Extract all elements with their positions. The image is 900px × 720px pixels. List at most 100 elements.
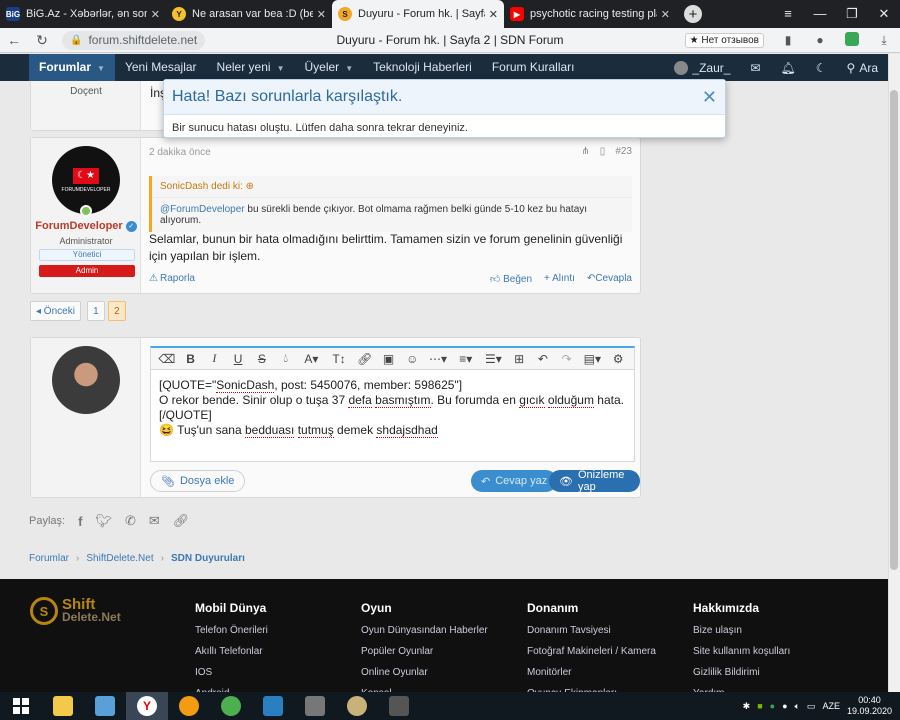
- post-number[interactable]: #23: [615, 146, 632, 157]
- nav-uyeler[interactable]: Üyeler ▼: [295, 54, 364, 81]
- inbox-icon[interactable]: ✉: [740, 61, 770, 75]
- attach-file-button[interactable]: 📎︎ Dosya ekle: [150, 470, 246, 492]
- footer-link[interactable]: Monitörler: [527, 667, 656, 678]
- control-panel-icon[interactable]: [84, 692, 126, 720]
- nav-yeni-mesajlar[interactable]: Yeni Mesajlar: [115, 54, 207, 81]
- minimize-button[interactable]: —: [804, 0, 836, 28]
- twitter-icon[interactable]: 🐦︎: [95, 513, 112, 529]
- email-icon[interactable]: ✉: [149, 513, 160, 529]
- share-icon[interactable]: ⋔: [581, 146, 589, 157]
- breadcrumb-item[interactable]: ShiftDelete.Net: [86, 553, 153, 564]
- footer-link[interactable]: Oyun Dünyasından Haberler: [361, 625, 488, 636]
- back-arrow-icon[interactable]: ←: [0, 32, 28, 48]
- footer-link[interactable]: Site kullanım koşulları: [693, 646, 790, 657]
- align-icon[interactable]: ≡▾: [452, 352, 480, 366]
- new-tab-button[interactable]: +: [684, 5, 702, 23]
- draft-icon[interactable]: ▤▾: [579, 352, 607, 366]
- nav-forumlar[interactable]: Forumlar ▼: [29, 54, 115, 81]
- footer-link[interactable]: Gizlilik Bildirimi: [693, 667, 790, 678]
- image-icon[interactable]: ▣: [377, 352, 401, 366]
- mention-link[interactable]: @ForumDeveloper: [160, 204, 245, 215]
- tab-close-icon[interactable]: ✕: [661, 8, 670, 21]
- gear-icon[interactable]: ⚙: [606, 352, 630, 366]
- tab-yandex[interactable]: Y Ne arasan var bea :D (ben kendi ✕: [166, 0, 332, 28]
- whatsapp-icon[interactable]: ✆: [125, 513, 136, 529]
- bold-icon[interactable]: B: [179, 352, 203, 366]
- reply-button[interactable]: ↶Cevapla: [587, 273, 632, 285]
- reviews-button[interactable]: ★ Нет отзывов: [684, 32, 764, 48]
- preview-button[interactable]: 👁︎ Önizleme yap: [549, 469, 640, 493]
- file-explorer-icon[interactable]: [42, 692, 84, 720]
- footer-link[interactable]: Akıllı Telefonlar: [195, 646, 268, 657]
- reload-icon[interactable]: ↻: [28, 32, 56, 49]
- page-2-button[interactable]: 2: [107, 301, 126, 321]
- windows-start-icon[interactable]: [0, 692, 42, 720]
- author-name[interactable]: ForumDeveloper: [35, 220, 122, 232]
- page-1-button[interactable]: 1: [86, 301, 105, 321]
- tab-close-icon[interactable]: ✕: [489, 8, 498, 21]
- search-button[interactable]: ⚲ Ara: [837, 61, 888, 75]
- tab-sdn-forum[interactable]: S Duyuru - Forum hk. | Sayfa 2 | SDN ✕: [332, 0, 504, 28]
- underline-icon[interactable]: U: [226, 352, 250, 366]
- breadcrumb-item[interactable]: Forumlar: [29, 553, 69, 564]
- app-icon[interactable]: [252, 692, 294, 720]
- footer-link[interactable]: Donanım Tavsiyesi: [527, 625, 656, 636]
- xbox-icon[interactable]: [210, 692, 252, 720]
- tab-youtube[interactable]: ▶ psychotic racing testing plan ✕: [504, 0, 676, 28]
- extension-icon[interactable]: [836, 31, 868, 49]
- footer-link[interactable]: Bize ulaşın: [693, 625, 790, 636]
- site-logo[interactable]: S Shift Delete.Net: [30, 597, 121, 625]
- strikethrough-icon[interactable]: S: [250, 352, 274, 366]
- tab-close-icon[interactable]: ✕: [151, 8, 160, 21]
- bookmark-icon[interactable]: ▮: [772, 33, 804, 47]
- bluetooth-icon[interactable]: ✱: [743, 701, 751, 712]
- clock[interactable]: 00:40 19.09.2020: [847, 695, 892, 717]
- more-icon[interactable]: ⋯▾: [424, 352, 452, 366]
- nav-neler-yeni[interactable]: Neler yeni ▼: [207, 54, 295, 81]
- network-icon[interactable]: ▭: [807, 701, 816, 712]
- app-tray-icon[interactable]: ●: [782, 701, 787, 711]
- avatar[interactable]: ☾★ FORUMDEVELOPER: [52, 146, 120, 214]
- menu-button[interactable]: ≡: [772, 0, 804, 28]
- volume-icon[interactable]: 🔈︎: [795, 701, 800, 712]
- facebook-icon[interactable]: f: [78, 514, 82, 529]
- message-editor[interactable]: [QUOTE="SonicDash, post: 5450076, member…: [150, 370, 635, 462]
- yandex-browser-icon[interactable]: Y: [126, 692, 168, 720]
- tab-big-az[interactable]: BiG BiG.Az - Xəbərlər, ən son xəbərlər ✕: [0, 0, 166, 28]
- nav-forum-kurallari[interactable]: Forum Kuralları: [482, 54, 585, 81]
- nav-teknoloji-haberleri[interactable]: Teknoloji Haberleri: [363, 54, 482, 81]
- nvidia-icon[interactable]: ■: [757, 701, 762, 711]
- bell-icon[interactable]: 🔔︎: [771, 61, 806, 75]
- link-icon[interactable]: 🔗︎: [173, 513, 190, 529]
- breadcrumb-item[interactable]: SDN Duyuruları: [171, 553, 245, 564]
- prev-page-button[interactable]: ◂ Önceki: [30, 301, 81, 321]
- table-icon[interactable]: ⊞: [507, 352, 531, 366]
- avast-icon[interactable]: [168, 692, 210, 720]
- list-icon[interactable]: ☰▾: [480, 352, 508, 366]
- game-icon[interactable]: [336, 692, 378, 720]
- font-family-icon[interactable]: A▾: [298, 352, 326, 366]
- app-tray-icon[interactable]: ●: [770, 701, 775, 711]
- emoji-icon[interactable]: ☺: [400, 352, 424, 366]
- report-link[interactable]: ⚠ Raporla: [149, 273, 195, 284]
- eraser-icon[interactable]: ⌫: [155, 352, 179, 366]
- like-button[interactable]: 👍︎ Beğen: [490, 273, 532, 285]
- bookmark-icon[interactable]: ▯: [600, 146, 606, 157]
- link-icon[interactable]: 🔗︎: [353, 352, 377, 366]
- redo-icon[interactable]: ↷: [555, 352, 579, 366]
- quote-header[interactable]: SonicDash dedi ki: ⊕: [152, 176, 632, 198]
- url-field[interactable]: 🔒 forum.shiftdelete.net: [62, 30, 206, 50]
- maximize-button[interactable]: ❐: [836, 0, 868, 28]
- italic-icon[interactable]: I: [203, 351, 227, 366]
- quote-button[interactable]: + Alıntı: [544, 273, 575, 285]
- lightbulb-icon[interactable]: ●: [804, 33, 836, 47]
- close-window-button[interactable]: ✕: [868, 0, 900, 28]
- game-icon[interactable]: [378, 692, 420, 720]
- tab-close-icon[interactable]: ✕: [317, 8, 326, 21]
- font-size-icon[interactable]: T↕: [325, 352, 353, 366]
- moon-icon[interactable]: ☾: [806, 61, 837, 75]
- footer-link[interactable]: Online Oyunlar: [361, 667, 488, 678]
- close-icon[interactable]: ✕: [702, 87, 717, 108]
- footer-link[interactable]: Popüler Oyunlar: [361, 646, 488, 657]
- download-icon[interactable]: ⤓: [868, 33, 900, 48]
